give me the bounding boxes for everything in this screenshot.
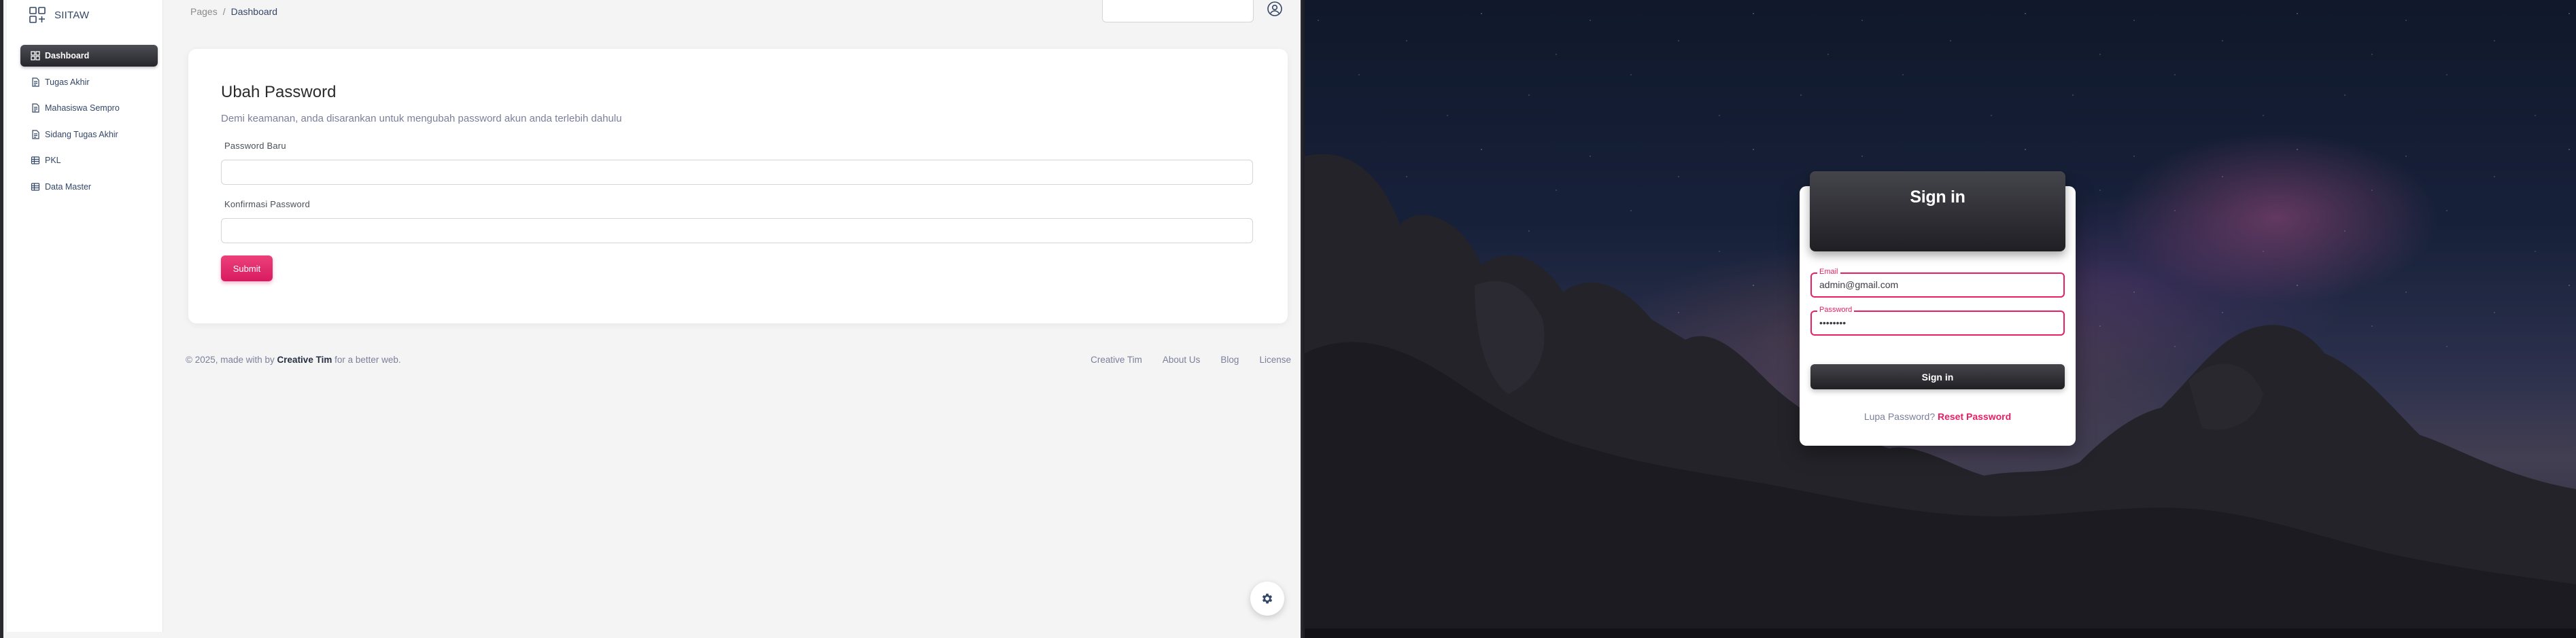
footer-copyright-prefix: © 2025, made with by [186,355,275,365]
footer-copyright: © 2025, made with by Creative Tim for a … [186,355,401,365]
breadcrumb: Pages / Dashboard [190,6,277,17]
footer-link-about-us[interactable]: About Us [1163,355,1201,365]
sign-in-button[interactable]: Sign in [1810,364,2065,389]
password-label: Password [1817,306,1855,314]
email-value: admin@gmail.com [1819,279,1899,290]
table-icon [31,183,40,191]
topbar: Pages / Dashboard [187,0,1302,23]
document-icon [32,103,39,113]
sidebar-item-label: Sidang Tugas Akhir [45,129,118,139]
new-password-label: Password Baru [224,141,286,151]
brand-logo-icon [29,7,46,23]
footer: © 2025, made with by Creative Tim for a … [186,355,1291,365]
forgot-password-row: Lupa Password? Reset Password [1800,411,2076,422]
gear-icon [1262,593,1273,604]
page-title: Ubah Password [221,83,337,101]
dashboard-window: SIITAW Dashboard Tugas Akhir Mahasiswa S… [0,0,1303,638]
card-description: Demi keamanan, anda disarankan untuk men… [221,113,622,124]
email-label: Email [1817,268,1840,276]
brand-name: SIITAW [54,9,90,21]
settings-button[interactable] [1250,582,1284,616]
user-account-icon[interactable] [1267,1,1283,17]
sidebar: SIITAW Dashboard Tugas Akhir Mahasiswa S… [7,0,163,632]
password-field[interactable]: Password •••••••• [1810,306,2065,336]
breadcrumb-root[interactable]: Pages [190,6,218,17]
sidebar-nav: Dashboard Tugas Akhir Mahasiswa Sempro S… [20,45,158,202]
footer-brand-link[interactable]: Creative Tim [277,355,332,365]
sidebar-item-label: Data Master [45,181,92,192]
submit-button[interactable]: Submit [221,255,273,281]
email-field[interactable]: Email admin@gmail.com [1810,268,2065,298]
document-icon [32,77,39,87]
sidebar-item-label: Mahasiswa Sempro [45,103,120,113]
password-value: •••••••• [1819,317,1847,328]
document-icon [32,130,39,139]
sidebar-item-label: Dashboard [45,51,90,60]
footer-link-blog[interactable]: Blog [1220,355,1239,365]
sidebar-item-mahasiswa-sempro[interactable]: Mahasiswa Sempro [20,97,158,119]
sidebar-item-data-master[interactable]: Data Master [20,176,158,198]
confirm-password-label: Konfirmasi Password [224,199,310,209]
login-header: Sign in [1810,171,2065,251]
footer-link-creative-tim[interactable]: Creative Tim [1090,355,1142,365]
sidebar-item-tugas-akhir[interactable]: Tugas Akhir [20,71,158,93]
sidebar-item-label: PKL [45,156,61,166]
sidebar-item-pkl[interactable]: PKL [20,149,158,171]
sidebar-item-dashboard[interactable]: Dashboard [20,45,158,67]
forgot-password-text: Lupa Password? [1864,411,1936,422]
brand[interactable]: SIITAW [29,6,89,24]
breadcrumb-separator: / [222,6,226,17]
confirm-password-field[interactable] [221,218,1253,243]
new-password-field[interactable] [221,160,1253,185]
dashboard-icon [31,51,40,60]
login-window: Sign in Email admin@gmail.com Password •… [1305,0,2576,638]
footer-copyright-suffix: for a better web. [334,355,401,365]
change-password-card: Ubah Password Demi keamanan, anda disara… [188,49,1288,323]
login-card: Sign in Email admin@gmail.com Password •… [1800,171,2076,446]
search-input[interactable] [1102,0,1254,22]
footer-link-license[interactable]: License [1259,355,1291,365]
breadcrumb-current: Dashboard [230,6,278,17]
table-icon [31,156,40,164]
footer-links: Creative Tim About Us Blog License [1070,355,1291,365]
login-title: Sign in [1910,188,1965,207]
sidebar-item-sidang-tugas-akhir[interactable]: Sidang Tugas Akhir [20,124,158,145]
sidebar-item-label: Tugas Akhir [45,77,90,87]
reset-password-link[interactable]: Reset Password [1938,411,2011,422]
